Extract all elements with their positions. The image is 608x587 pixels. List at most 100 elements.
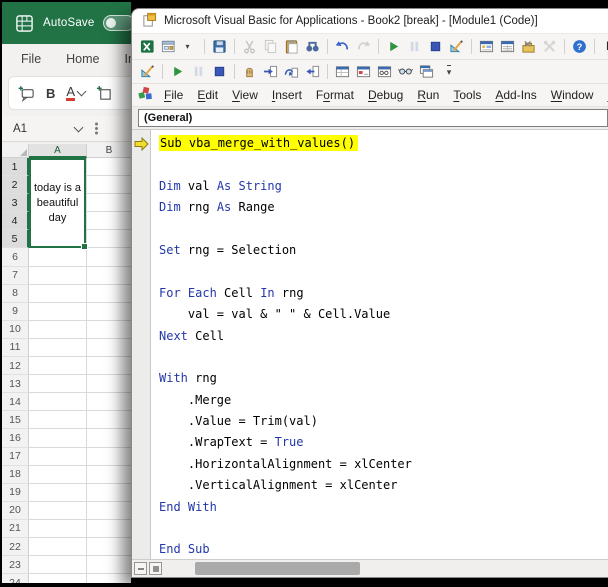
cell-a21[interactable] <box>29 519 87 538</box>
cell-a12[interactable] <box>29 357 87 376</box>
ribbon-tab-file[interactable]: File <box>21 52 41 70</box>
run-icon[interactable] <box>383 38 404 56</box>
margin-indicator-bar[interactable] <box>132 130 151 559</box>
cell-b17[interactable] <box>87 448 131 466</box>
menu-edit[interactable]: Edit <box>190 88 225 102</box>
cell-a20[interactable] <box>29 501 87 520</box>
row-header-8[interactable]: 8 <box>2 284 29 303</box>
cell-b22[interactable] <box>87 538 131 557</box>
code-line-13[interactable]: .Merge <box>159 390 608 411</box>
reset-icon[interactable] <box>209 63 230 81</box>
row-header-7[interactable]: 7 <box>2 266 29 285</box>
row-header-24[interactable]: 24 <box>2 574 29 583</box>
cell-b24[interactable] <box>87 574 131 583</box>
row-header-9[interactable]: 9 <box>2 302 29 321</box>
column-header-b[interactable]: B <box>87 144 131 158</box>
menu-addins[interactable]: Add-Ins <box>488 88 543 102</box>
row-header-3[interactable]: 3 <box>2 194 29 213</box>
menu-window[interactable]: Window <box>544 88 601 102</box>
code-line-20[interactable]: End Sub <box>159 539 608 559</box>
cell-a15[interactable] <box>29 411 87 430</box>
menu-tools[interactable]: Tools <box>446 88 488 102</box>
menu-help[interactable]: Help <box>600 88 608 102</box>
cell-a16[interactable] <box>29 429 87 448</box>
row-header-23[interactable]: 23 <box>2 556 29 575</box>
code-line-12[interactable]: With rng <box>159 368 608 389</box>
cell-a9[interactable] <box>29 302 87 321</box>
code-line-17[interactable]: .VerticalAlignment = xlCenter <box>159 475 608 496</box>
code-line-8[interactable]: For Each Cell In rng <box>159 283 608 304</box>
cell-b19[interactable] <box>87 484 131 502</box>
cell-b18[interactable] <box>87 466 131 484</box>
paste-icon[interactable] <box>281 38 302 56</box>
scrollbar-track[interactable] <box>167 562 608 575</box>
code-line-3[interactable]: Dim val As String <box>159 176 608 197</box>
scrollbar-thumb[interactable] <box>195 562 360 575</box>
cell-a8[interactable] <box>29 284 87 303</box>
caret-icon[interactable]: ▾ <box>179 38 200 56</box>
menu-view[interactable]: View <box>225 88 265 102</box>
code-editor[interactable]: Sub vba_merge_with_values() Dim val As S… <box>151 130 608 559</box>
menu-insert[interactable]: Insert <box>265 88 309 102</box>
code-line-15[interactable]: .WrapText = True <box>159 432 608 453</box>
code-line-9[interactable]: val = val & " " & Cell.Value <box>159 304 608 325</box>
row-header-13[interactable]: 13 <box>2 375 29 394</box>
code-line-16[interactable]: .HorizontalAlignment = xlCenter <box>159 454 608 475</box>
row-header-18[interactable]: 18 <box>2 465 29 484</box>
code-line-1[interactable]: Sub vba_merge_with_values() <box>159 133 608 154</box>
bold-button[interactable]: B <box>46 86 55 101</box>
cell-a22[interactable] <box>29 537 87 557</box>
call-stack-icon[interactable] <box>416 63 437 81</box>
menu-debug[interactable]: Debug <box>361 88 410 102</box>
row-header-4[interactable]: 4 <box>2 212 29 231</box>
cell-a18[interactable] <box>29 465 87 484</box>
row-header-12[interactable]: 12 <box>2 357 29 376</box>
cell-b16[interactable] <box>87 429 131 448</box>
design-mode-icon[interactable] <box>137 63 158 81</box>
row-header-22[interactable]: 22 <box>2 537 29 557</box>
insert-cells-icon[interactable] <box>96 85 113 102</box>
toolbox-icon[interactable] <box>518 38 539 56</box>
row-header-1[interactable]: 1 <box>2 158 29 177</box>
step-over-icon[interactable] <box>281 63 302 81</box>
undo-icon[interactable] <box>332 38 353 56</box>
view-excel-icon[interactable] <box>137 38 158 56</box>
find-icon[interactable] <box>302 38 323 56</box>
reset-icon[interactable] <box>425 38 446 56</box>
locals-window-icon[interactable] <box>332 63 353 81</box>
toggle-breakpoint-icon[interactable] <box>239 63 260 81</box>
menu-format[interactable]: Format <box>309 88 361 102</box>
cell-b14[interactable] <box>87 393 131 412</box>
row-header-16[interactable]: 16 <box>2 429 29 448</box>
code-line-19[interactable] <box>159 518 608 539</box>
step-out-icon[interactable] <box>302 63 323 81</box>
cell-b9[interactable] <box>87 303 131 321</box>
name-box-chevron-icon[interactable] <box>73 122 84 132</box>
cell-a19[interactable] <box>29 483 87 502</box>
cell-b2[interactable] <box>87 176 131 195</box>
cell-b10[interactable] <box>87 321 131 339</box>
ribbon-tab-home[interactable]: Home <box>66 52 99 70</box>
menu-run[interactable]: Run <box>410 88 446 102</box>
watch-window-icon[interactable] <box>374 63 395 81</box>
name-box[interactable]: A1 <box>13 123 27 135</box>
procedure-view-button[interactable] <box>134 562 147 575</box>
project-explorer-icon[interactable] <box>476 38 497 56</box>
save-icon[interactable] <box>209 38 230 56</box>
cell-b13[interactable] <box>87 375 131 394</box>
cell-a7[interactable] <box>29 266 87 285</box>
cell-a17[interactable] <box>29 447 87 466</box>
merged-cell-a1-a5[interactable]: today is a beautiful day <box>29 158 88 250</box>
cell-b11[interactable] <box>87 339 131 358</box>
menu-file[interactable]: File <box>157 88 190 102</box>
row-header-14[interactable]: 14 <box>2 393 29 412</box>
cell-a6[interactable] <box>29 248 87 267</box>
insert-userform-icon[interactable] <box>158 38 179 56</box>
row-header-17[interactable]: 17 <box>2 447 29 466</box>
cell-b7[interactable] <box>87 267 131 285</box>
row-header-10[interactable]: 10 <box>2 320 29 339</box>
cell-b5[interactable] <box>87 230 131 249</box>
row-header-11[interactable]: 11 <box>2 338 29 358</box>
immediate-window-icon[interactable] <box>353 63 374 81</box>
object-dropdown[interactable]: (General) <box>138 109 608 127</box>
